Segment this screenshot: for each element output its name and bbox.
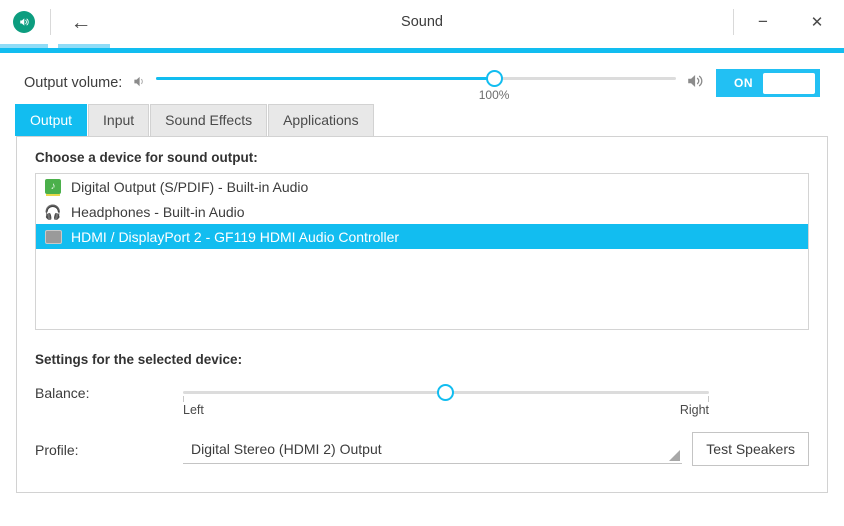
tab-sound-effects[interactable]: Sound Effects bbox=[150, 104, 267, 136]
toggle-knob bbox=[763, 73, 815, 94]
output-tab-panel: Choose a device for sound output: ♪ Digit… bbox=[16, 136, 828, 493]
tab-label: Sound Effects bbox=[165, 112, 252, 128]
settings-heading: Settings for the selected device: bbox=[35, 330, 809, 367]
profile-select[interactable]: Digital Stereo (HDMI 2) Output bbox=[183, 438, 682, 464]
close-button[interactable]: ✕ bbox=[790, 0, 844, 44]
minimize-button[interactable]: − bbox=[736, 0, 790, 44]
profile-select-wrap: Digital Stereo (HDMI 2) Output bbox=[183, 438, 682, 464]
profile-selected-value: Digital Stereo (HDMI 2) Output bbox=[191, 441, 382, 457]
profile-row: Profile: Digital Stereo (HDMI 2) Output … bbox=[35, 421, 809, 466]
balance-slider[interactable]: Left Right bbox=[183, 381, 709, 421]
app-icon-slot bbox=[0, 11, 48, 33]
tab-label: Input bbox=[103, 112, 134, 128]
device-label: Headphones - Built-in Audio bbox=[71, 204, 245, 220]
monitor-icon bbox=[44, 228, 62, 246]
volume-track-fill bbox=[156, 77, 494, 80]
headphones-icon: 🎧 bbox=[44, 203, 62, 221]
titlebar-divider bbox=[50, 9, 51, 35]
window-controls: − ✕ bbox=[731, 0, 844, 44]
device-label: Digital Output (S/PDIF) - Built-in Audio bbox=[71, 179, 308, 195]
device-label: HDMI / DisplayPort 2 - GF119 HDMI Audio … bbox=[71, 229, 399, 245]
volume-value-label: 100% bbox=[479, 88, 510, 102]
balance-row: Balance: Left Right bbox=[35, 367, 809, 421]
tab-label: Applications bbox=[283, 112, 359, 128]
balance-slider-handle[interactable] bbox=[437, 384, 454, 401]
test-speakers-button[interactable]: Test Speakers bbox=[692, 432, 809, 466]
device-list-item[interactable]: HDMI / DisplayPort 2 - GF119 HDMI Audio … bbox=[36, 224, 808, 249]
balance-end-labels: Left Right bbox=[183, 403, 709, 417]
output-volume-label: Output volume: bbox=[24, 75, 122, 91]
balance-tick-left bbox=[183, 396, 184, 402]
tab-bar: Output Input Sound Effects Applications bbox=[0, 100, 844, 136]
choose-device-heading: Choose a device for sound output: bbox=[35, 137, 809, 173]
speaker-high-icon bbox=[686, 72, 706, 94]
window-controls-divider bbox=[733, 9, 734, 35]
tab-applications[interactable]: Applications bbox=[268, 104, 374, 136]
speaker-icon bbox=[13, 11, 35, 33]
output-volume-toggle[interactable]: ON bbox=[716, 69, 820, 97]
spdif-card-icon: ♪ bbox=[45, 179, 61, 194]
speaker-low-icon bbox=[132, 74, 148, 92]
profile-label: Profile: bbox=[35, 438, 183, 458]
accent-strip-area bbox=[0, 44, 844, 54]
dropdown-grip-icon bbox=[669, 450, 680, 461]
output-volume-slider[interactable]: 100% bbox=[156, 66, 676, 100]
tab-input[interactable]: Input bbox=[88, 104, 149, 136]
volume-slider-handle[interactable] bbox=[486, 70, 503, 87]
tab-label: Output bbox=[30, 112, 72, 128]
balance-right-label: Right bbox=[680, 403, 709, 417]
output-volume-row: Output volume: 100% ON bbox=[0, 54, 844, 100]
accent-bar bbox=[0, 48, 844, 53]
headphones-icon: 🎧 bbox=[44, 205, 61, 219]
back-arrow-icon: ← bbox=[71, 12, 92, 33]
back-button[interactable]: ← bbox=[53, 12, 109, 33]
tab-output[interactable]: Output bbox=[15, 104, 87, 136]
device-list[interactable]: ♪ Digital Output (S/PDIF) - Built-in Audi… bbox=[35, 173, 809, 330]
balance-label: Balance: bbox=[35, 381, 183, 401]
window-title: Sound bbox=[0, 14, 844, 30]
toggle-state-label: ON bbox=[716, 76, 753, 90]
device-list-item[interactable]: 🎧 Headphones - Built-in Audio bbox=[36, 199, 808, 224]
monitor-icon bbox=[45, 230, 62, 244]
balance-tick-right bbox=[708, 396, 709, 402]
spdif-card-icon: ♪ bbox=[44, 178, 62, 196]
device-list-item[interactable]: ♪ Digital Output (S/PDIF) - Built-in Audi… bbox=[36, 174, 808, 199]
title-bar: ← Sound − ✕ bbox=[0, 0, 844, 44]
balance-left-label: Left bbox=[183, 403, 204, 417]
